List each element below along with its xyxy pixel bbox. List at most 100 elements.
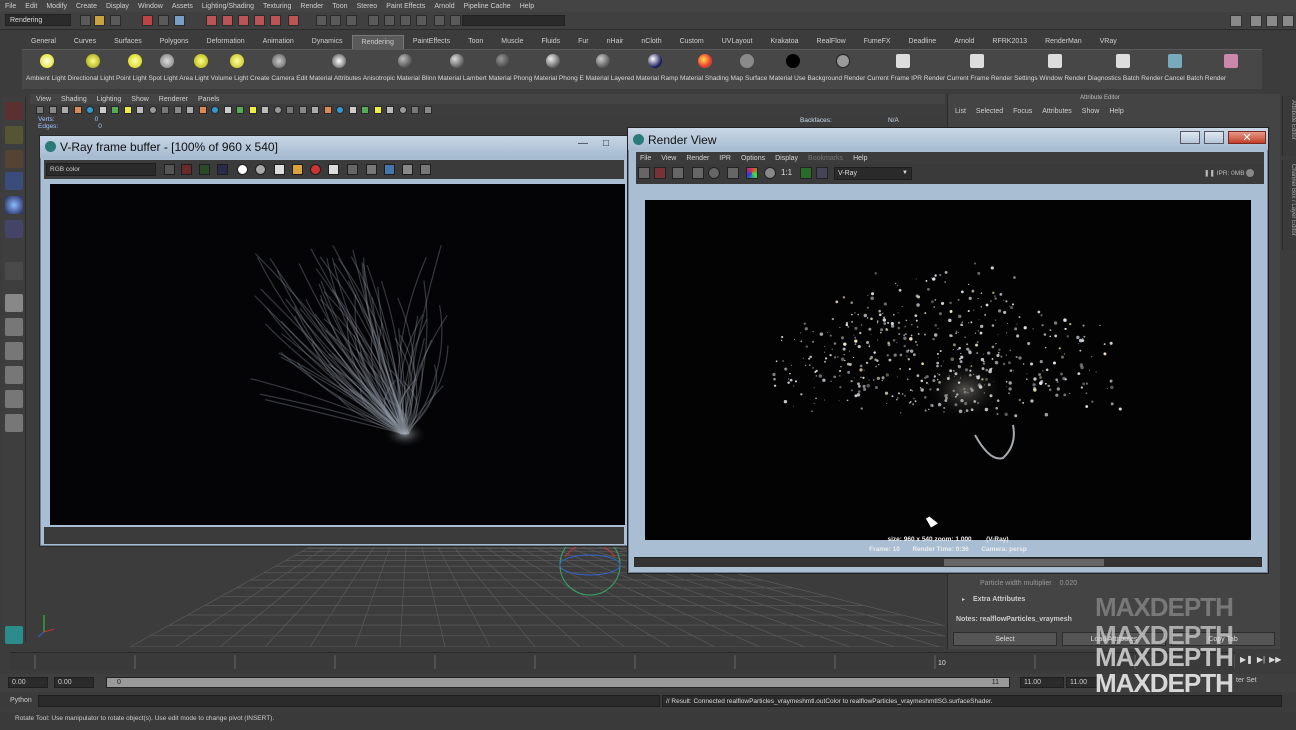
rotate-tool-icon[interactable] [5, 196, 23, 214]
shading-map-icon[interactable] [740, 54, 754, 68]
rv-display-settings-icon[interactable] [727, 167, 739, 179]
vfb-blue-channel-icon[interactable] [217, 164, 228, 175]
panel-toolbar-button-icon[interactable] [336, 106, 344, 114]
panel-toolbar-button-icon[interactable] [186, 106, 194, 114]
panel-toolbar-button-icon[interactable] [236, 106, 244, 114]
panel-toolbar-button-icon[interactable] [161, 106, 169, 114]
input-line-mode-icon[interactable] [450, 15, 461, 26]
shelf-tab-arnold[interactable]: Arnold [945, 35, 983, 49]
menu-edit[interactable]: Edit [25, 3, 37, 10]
panel-menu-view[interactable]: View [36, 96, 51, 103]
rv-menu-options[interactable]: Options [741, 155, 765, 162]
render-settings-icon[interactable] [416, 15, 427, 26]
ae-menu-list[interactable]: List [955, 108, 966, 115]
rv-renderer-dropdown[interactable]: V-Ray ▼ [834, 167, 912, 180]
open-scene-icon[interactable] [94, 15, 105, 26]
vfb-save-image-icon[interactable] [274, 164, 285, 175]
panel-toolbar-button-icon[interactable] [286, 106, 294, 114]
render-view-icon[interactable] [368, 15, 379, 26]
quick-select-field[interactable] [462, 15, 565, 26]
vfb-minimize-button[interactable]: — [578, 138, 598, 151]
shelf-tab-painteffects[interactable]: PaintEffects [404, 35, 459, 49]
menu-toon[interactable]: Toon [332, 3, 347, 10]
cancel-batch-render-icon[interactable] [1224, 54, 1238, 68]
ae-menu-show[interactable]: Show [1082, 108, 1100, 115]
menu-display[interactable]: Display [106, 3, 129, 10]
directional-light-icon[interactable] [86, 54, 100, 68]
panel-toolbar-button-icon[interactable] [248, 106, 257, 114]
rv-menu-view[interactable]: View [661, 155, 676, 162]
panel-menu-shading[interactable]: Shading [61, 96, 87, 103]
new-scene-icon[interactable] [80, 15, 91, 26]
shelf-tab-renderman[interactable]: RenderMan [1036, 35, 1091, 49]
vfb-red-channel-icon[interactable] [181, 164, 192, 175]
edit-material-attributes-icon[interactable] [332, 54, 346, 68]
vfb-region-icon[interactable] [347, 164, 358, 175]
rv-real-size-button[interactable]: 1:1 [781, 168, 792, 177]
phong-e-material-icon[interactable] [596, 54, 610, 68]
panel-toolbar-button-icon[interactable] [123, 106, 132, 114]
anisotropic-material-icon[interactable] [398, 54, 412, 68]
vfb-settings-icon[interactable] [420, 164, 431, 175]
spot-light-icon[interactable] [160, 54, 174, 68]
last-tool-icon[interactable] [5, 262, 23, 280]
shelf-tab-muscle[interactable]: Muscle [492, 35, 532, 49]
shelf-tab-deadline[interactable]: Deadline [900, 35, 946, 49]
ae-menu-selected[interactable]: Selected [976, 108, 1003, 115]
four-view-layout-icon[interactable] [5, 318, 23, 336]
playback-end-field[interactable]: 11.00 [1020, 677, 1064, 688]
render-settings-window-icon[interactable] [1048, 54, 1062, 68]
snap-curve-icon[interactable] [222, 15, 233, 26]
persp-uv-layout-icon[interactable] [5, 414, 23, 432]
batch-render-icon[interactable] [1168, 54, 1182, 68]
vfb-gray-dot-icon[interactable] [255, 164, 266, 175]
construction-history-icon[interactable] [346, 15, 357, 26]
layered-material-icon[interactable] [648, 54, 662, 68]
select-component-icon[interactable] [174, 15, 185, 26]
panel-toolbar-button-icon[interactable] [198, 106, 207, 114]
panel-toolbar-button-icon[interactable] [323, 106, 332, 114]
panel-toolbar-button-icon[interactable] [111, 106, 119, 114]
menu-assets[interactable]: Assets [172, 3, 193, 10]
modeling-toolkit-icon[interactable] [1230, 15, 1242, 27]
snap-grid-icon[interactable] [206, 15, 217, 26]
end-icon[interactable]: ▶▶ [1269, 655, 1281, 664]
menu-stereo[interactable]: Stereo [357, 3, 378, 10]
render-view-close-button[interactable]: ✕ [1228, 131, 1266, 144]
go-to-end-icon[interactable]: ▶| [1257, 655, 1265, 664]
menu-modify[interactable]: Modify [46, 3, 67, 10]
render-view-image[interactable] [645, 200, 1251, 540]
panel-toolbar-button-icon[interactable] [36, 106, 44, 114]
panel-menu-show[interactable]: Show [131, 96, 149, 103]
panel-toolbar-button-icon[interactable] [273, 106, 282, 114]
menu-create[interactable]: Create [76, 3, 97, 10]
menu-arnold[interactable]: Arnold [434, 3, 454, 10]
panel-toolbar-button-icon[interactable] [261, 106, 269, 114]
vfb-maximize-button[interactable]: □ [603, 138, 623, 151]
rv-menu-bookmarks[interactable]: Bookmarks [808, 155, 843, 162]
lambert-material-icon[interactable] [496, 54, 510, 68]
render-diagnostics-icon[interactable] [1116, 54, 1130, 68]
rv-redo-render-icon[interactable] [638, 167, 650, 179]
shelf-tab-general[interactable]: General [22, 35, 65, 49]
make-live-icon[interactable] [270, 15, 281, 26]
rv-ipr-icon[interactable] [654, 167, 666, 179]
panel-toolbar-button-icon[interactable] [398, 106, 407, 114]
command-language-label[interactable]: Python [10, 697, 32, 704]
panel-toolbar-button-icon[interactable] [61, 106, 69, 114]
ipr-render-current-frame-icon[interactable] [970, 54, 984, 68]
shelf-tab-vray[interactable]: VRay [1091, 35, 1126, 49]
select-hierarchy-icon[interactable] [142, 15, 153, 26]
ipr-render-icon[interactable] [400, 15, 411, 26]
menu-set-dropdown[interactable]: Rendering [5, 14, 71, 26]
rv-refresh-icon[interactable] [708, 167, 720, 179]
range-slider[interactable]: 0 11 [106, 677, 1010, 688]
render-current-frame-icon[interactable] [896, 54, 910, 68]
create-camera-icon[interactable] [272, 54, 286, 68]
point-light-icon[interactable] [128, 54, 142, 68]
shelf-tab-fluids[interactable]: Fluids [532, 35, 569, 49]
rv-menu-ipr[interactable]: IPR [719, 155, 731, 162]
render-view-minimize-button[interactable] [1180, 131, 1200, 144]
shelf-tab-uvlayout[interactable]: UVLayout [713, 35, 762, 49]
rv-snapshot-icon[interactable] [672, 167, 684, 179]
